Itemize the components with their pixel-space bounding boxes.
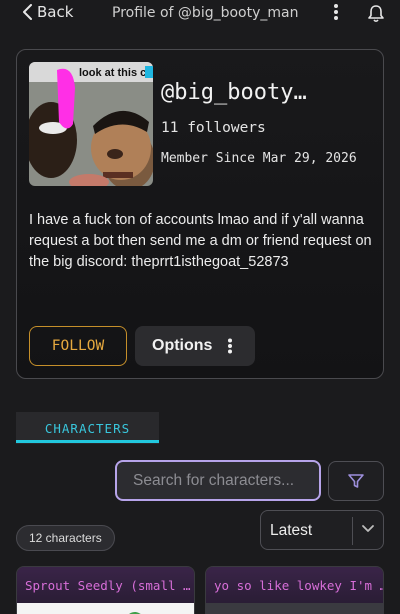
member-since: Member Since Mar 29, 2026 (161, 151, 357, 166)
profile-card: look at this c @big_booty… 11 followers … (16, 49, 384, 379)
tab-active-indicator (16, 440, 159, 443)
filter-icon (348, 474, 364, 488)
character-count-badge: 12 characters (16, 525, 115, 551)
character-thumbnail (206, 603, 383, 614)
page-title: Profile of @big_booty_man (112, 5, 299, 21)
avatar: look at this c (29, 62, 153, 186)
back-label: Back (37, 3, 74, 21)
more-vertical-icon (228, 338, 232, 354)
username: @big_booty… (161, 80, 307, 105)
avatar-caption: look at this c (79, 67, 146, 79)
top-bar: Back Profile of @big_booty_man (0, 0, 400, 28)
character-thumbnail (17, 603, 194, 614)
sort-select[interactable]: Latest (260, 510, 384, 550)
follow-button[interactable]: FOLLOW (29, 326, 127, 366)
filter-button[interactable] (328, 461, 384, 501)
character-card[interactable]: Sprout Seedly (small … (16, 566, 195, 614)
bell-icon[interactable] (367, 4, 385, 23)
profile-bio: I have a fuck ton of accounts lmao and i… (29, 212, 372, 270)
chevron-left-icon (23, 4, 32, 20)
options-button[interactable]: Options (135, 326, 255, 366)
followers-count: 11 followers (161, 120, 266, 136)
options-label: Options (152, 337, 213, 354)
character-title: yo so like lowkey I'm … (206, 567, 383, 603)
search-input[interactable] (115, 460, 321, 501)
character-title: Sprout Seedly (small … (17, 567, 194, 603)
sort-value: Latest (270, 522, 313, 539)
sort-divider (352, 517, 353, 545)
character-card[interactable]: yo so like lowkey I'm … (205, 566, 384, 614)
more-vertical-icon[interactable] (332, 3, 340, 21)
back-button[interactable]: Back (22, 3, 73, 21)
chevron-down-icon (362, 525, 374, 532)
